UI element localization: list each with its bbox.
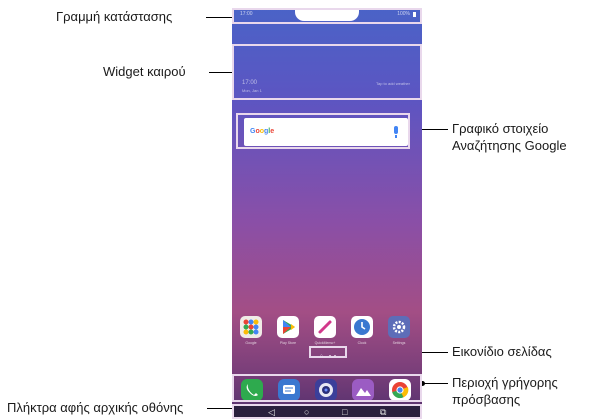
google-folder-icon[interactable] — [240, 316, 262, 338]
app-label-settings: Settings — [392, 341, 406, 345]
callout-home-touch-keys: Πλήκτρα αφής αρχικής οθόνης — [7, 400, 184, 415]
leader-weather-widget — [209, 72, 234, 73]
callout-quick-access-1: Περιοχή γρήγορης — [452, 375, 558, 390]
highlight-status-bar — [232, 8, 422, 24]
callout-google-search-1: Γραφικό στοιχείο — [452, 121, 549, 136]
highlight-home-touch-keys — [232, 404, 422, 419]
leader-quick-access — [422, 383, 448, 384]
highlight-quick-access — [232, 374, 422, 402]
callout-page-icon: Εικονίδιο σελίδας — [452, 344, 552, 359]
leader-status-bar — [206, 17, 234, 18]
settings-icon[interactable] — [388, 316, 410, 338]
clock-icon[interactable] — [351, 316, 373, 338]
highlight-google-search — [236, 113, 410, 149]
leader-home-touch-keys — [207, 408, 234, 409]
callout-status-bar: Γραμμή κατάστασης — [56, 9, 173, 24]
app-label-google: Google — [245, 341, 257, 345]
app-label-quickmemo: QuickMemo+ — [314, 341, 336, 345]
callout-weather-widget: Widget καιρού — [103, 64, 186, 79]
app-label-play-store: Play Store — [279, 341, 297, 345]
play-store-icon[interactable] — [277, 316, 299, 338]
highlight-page-icon — [309, 346, 347, 358]
callout-quick-access-2: πρόσβασης — [452, 392, 521, 407]
callout-google-search-2: Αναζήτησης Google — [452, 138, 567, 153]
app-label-clock: Clock — [357, 341, 367, 345]
highlight-weather-widget — [232, 44, 422, 100]
quickmemo-icon[interactable] — [314, 316, 336, 338]
